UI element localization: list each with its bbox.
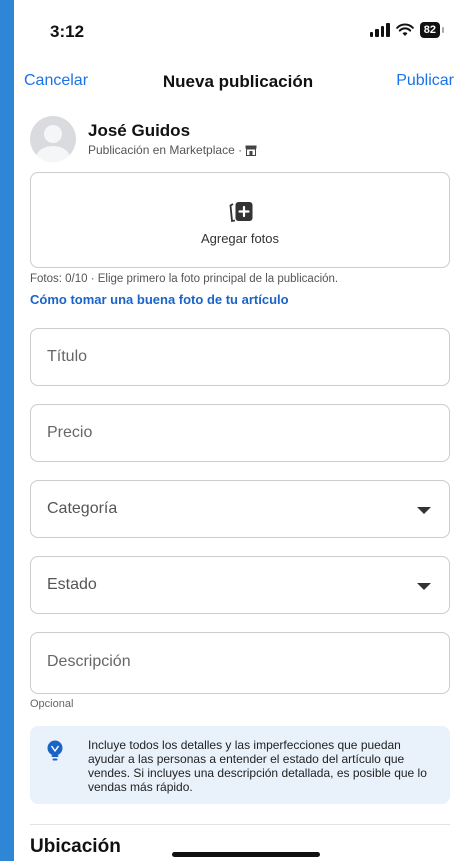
photo-count-hint: Fotos: 0/10 · Elige primero la foto prin… xyxy=(30,273,339,285)
status-time: 3:12 xyxy=(50,22,85,41)
photo-tips-link[interactable]: Cómo tomar una buena foto de tu artículo xyxy=(30,292,289,307)
chevron-down-icon xyxy=(417,507,431,514)
lightbulb-icon xyxy=(47,740,63,761)
marketplace-shop-icon xyxy=(245,145,257,156)
add-photos-label: Agregar fotos xyxy=(200,231,280,246)
nav-bar: Cancelar Nueva publicación Publicar xyxy=(14,64,462,104)
category-label: Categoría xyxy=(47,500,118,517)
battery-icon: 82 xyxy=(419,22,440,38)
description-tip: Incluye todos los detalles y las imperfe… xyxy=(30,726,450,804)
condition-select[interactable]: Estado xyxy=(30,556,450,614)
price-input[interactable] xyxy=(31,405,449,461)
status-icons: 82 xyxy=(369,22,444,38)
description-input[interactable] xyxy=(31,633,449,693)
publish-button[interactable]: Publicar xyxy=(396,72,454,90)
seller-info: José Guidos Publicación en Marketplace · xyxy=(88,121,257,157)
price-field xyxy=(30,404,450,462)
seller-header: José Guidos Publicación en Marketplace · xyxy=(30,116,257,162)
description-tip-text: Incluye todos los detalles y las imperfe… xyxy=(88,738,427,794)
screen: 3:12 82 Cancelar Nueva publicación Publi… xyxy=(14,0,462,861)
listing-context-label: Publicación en Marketplace · xyxy=(88,143,243,157)
condition-label: Estado xyxy=(47,576,97,593)
category-select[interactable]: Categoría xyxy=(30,480,450,538)
cancel-button[interactable]: Cancelar xyxy=(24,72,88,90)
chevron-down-icon xyxy=(417,583,431,590)
wifi-icon xyxy=(395,23,414,36)
add-photo-icon xyxy=(229,202,253,223)
divider xyxy=(30,824,450,825)
seller-name: José Guidos xyxy=(88,121,191,140)
add-photos-button[interactable]: Agregar fotos xyxy=(30,172,450,268)
location-heading: Ubicación xyxy=(30,836,121,857)
title-input[interactable] xyxy=(31,329,449,385)
battery-tip xyxy=(442,27,444,33)
signal-icon xyxy=(369,23,390,37)
listing-context: Publicación en Marketplace · xyxy=(88,143,257,157)
home-indicator[interactable] xyxy=(172,852,320,857)
avatar[interactable] xyxy=(30,116,76,162)
description-field xyxy=(30,632,450,694)
title-field xyxy=(30,328,450,386)
status-bar: 3:12 82 xyxy=(14,0,462,64)
optional-label: Opcional xyxy=(30,698,74,710)
